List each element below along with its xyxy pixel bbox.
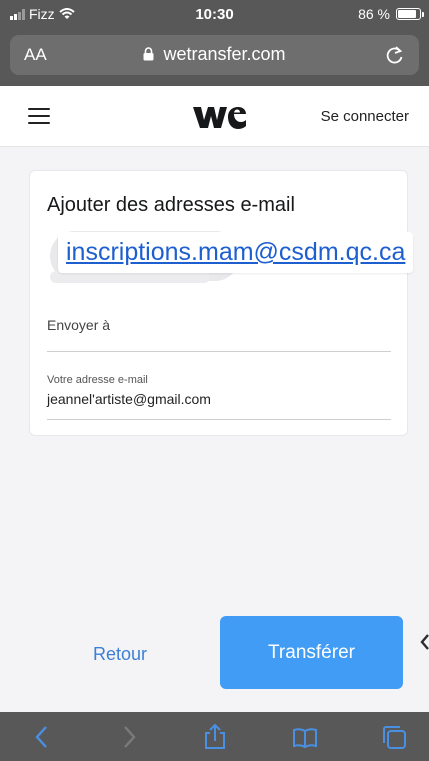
url-display[interactable]: wetransfer.com bbox=[10, 44, 419, 65]
sender-email-label: Votre adresse e-mail bbox=[47, 374, 148, 386]
status-bar: Fizz 10:30 86 % bbox=[0, 0, 429, 30]
back-arrow-icon[interactable] bbox=[30, 724, 56, 750]
recipient-email-link[interactable]: inscriptions.mam@csdm.qc.ca bbox=[58, 232, 414, 273]
sender-email-value[interactable]: jeannel'artiste@gmail.com bbox=[47, 391, 211, 407]
reload-icon[interactable] bbox=[385, 44, 405, 66]
site-header: Se connecter bbox=[0, 86, 429, 147]
transfer-form-card: Ajouter des adresses e-mail Envoyer à Vo… bbox=[29, 170, 408, 436]
chevron-left-icon[interactable] bbox=[420, 630, 429, 654]
address-bar[interactable]: AA wetransfer.com bbox=[10, 35, 419, 75]
send-to-placeholder: Envoyer à bbox=[47, 317, 111, 333]
wetransfer-logo[interactable] bbox=[192, 104, 246, 130]
menu-icon[interactable] bbox=[28, 108, 50, 124]
back-button[interactable]: Retour bbox=[93, 644, 147, 665]
share-icon[interactable] bbox=[202, 724, 228, 750]
transfer-button-label: Transférer bbox=[268, 641, 355, 663]
battery-percent: 86 % bbox=[358, 6, 390, 22]
form-title: Ajouter des adresses e-mail bbox=[47, 194, 295, 216]
url-text: wetransfer.com bbox=[163, 44, 286, 64]
login-link[interactable]: Se connecter bbox=[321, 108, 409, 125]
bookmarks-icon[interactable] bbox=[292, 724, 318, 750]
forward-arrow-icon[interactable] bbox=[115, 724, 141, 750]
tabs-icon[interactable] bbox=[381, 724, 407, 750]
battery-icon bbox=[396, 8, 424, 20]
sender-email-field[interactable]: Votre adresse e-mail jeannel'artiste@gma… bbox=[47, 374, 391, 420]
browser-chrome: Fizz 10:30 86 % AA wetransfer.com bbox=[0, 0, 429, 86]
status-right: 86 % bbox=[358, 6, 424, 22]
lock-icon bbox=[143, 47, 154, 61]
browser-toolbar bbox=[0, 712, 429, 761]
send-to-field[interactable]: Envoyer à bbox=[47, 311, 391, 352]
transfer-button[interactable]: Transférer bbox=[220, 616, 403, 689]
